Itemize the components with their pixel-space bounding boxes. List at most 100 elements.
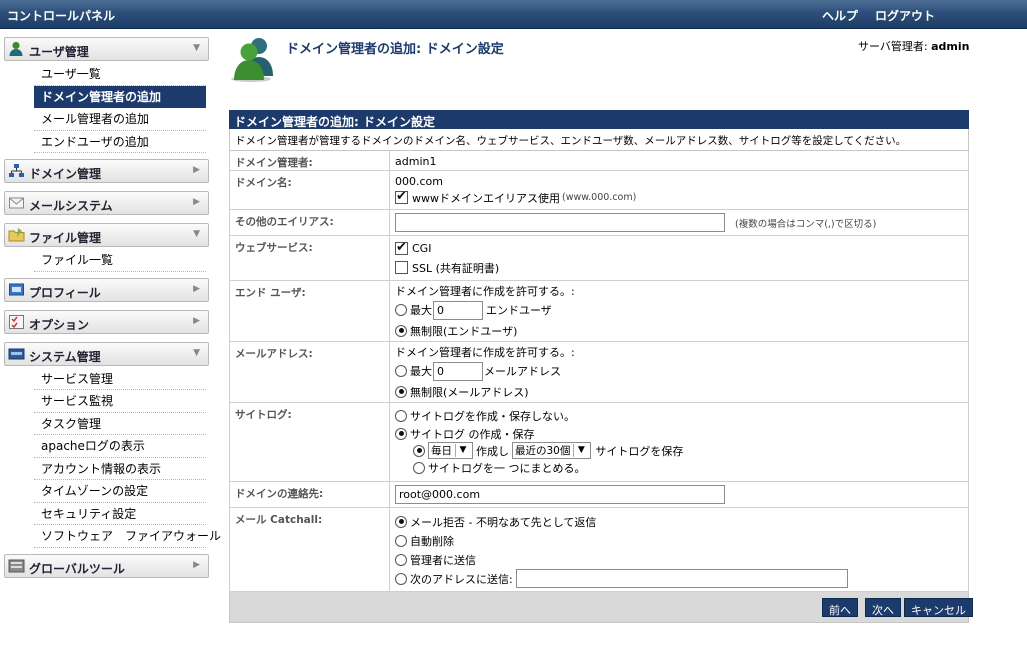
next-button[interactable]: 次へ [865,598,901,617]
mail-max-radio[interactable] [395,365,407,377]
field-label: ドメイン管理者: [230,151,390,170]
sidebar-item-file-list[interactable]: ファイル一覧 [34,249,206,272]
page-title: ドメイン管理者の追加: ドメイン設定 [286,42,504,57]
sitelog-save-radio[interactable] [395,427,407,440]
sidebar-section-label: グローバルツール [29,561,125,576]
chevron-down-icon: ▼ [455,444,470,457]
keep-value: 最近の30個 [515,445,571,457]
sidebar-section-file-management[interactable]: ファイル管理 ▼ [4,223,209,247]
row-domain-name: ドメイン名: 000.com wwwドメインエイリアス使用 (www.000.c… [229,171,969,210]
sidebar-item-service-management[interactable]: サービス管理 [34,368,206,390]
sidebar-item-add-end-user[interactable]: エンドユーザの追加 [34,131,206,153]
mail-unlimited-label: 無制限(メールアドレス) [410,385,529,399]
logout-link[interactable]: ログアウト [875,7,935,24]
mail-icon [8,195,25,211]
help-link[interactable]: ヘルプ [822,7,858,24]
folder-icon [8,227,25,243]
sitelog-merge-label: サイトログを一 つにまとめる。 [428,461,586,475]
chevron-right-icon: ▶ [193,559,200,570]
sidebar-section-label: システム管理 [29,349,101,364]
tools-icon [8,558,25,574]
field-label: ウェブサービス: [230,236,390,280]
www-alias-example: (www.000.com) [562,192,637,203]
field-label: その他のエイリアス: [230,210,390,235]
cgi-label: CGI [412,242,432,255]
row-other-aliases: その他のエイリアス: (複数の場合はコンマ(,)で区切る) [229,210,969,236]
sidebar-item-user-list[interactable]: ユーザ一覧 [34,63,206,86]
sidebar-submenu: ファイル一覧 [34,249,206,272]
catchall-admin-label: 管理者に送信 [410,553,476,567]
top-bar: コントロールパネル ヘルプ ログアウト [0,0,1027,29]
www-alias-label: wwwドメインエイリアス使用 [412,191,560,205]
mail-unlimited-radio[interactable] [395,385,407,398]
sidebar-item-add-mail-admin[interactable]: メール管理者の追加 [34,108,206,131]
cgi-checkbox[interactable] [395,240,408,255]
sidebar-section-user-management[interactable]: ユーザ管理 ▼ [4,37,209,61]
sidebar-submenu: ユーザ一覧 ドメイン管理者の追加 メール管理者の追加 エンドユーザの追加 [34,63,206,153]
sidebar-item-service-monitoring[interactable]: サービス監視 [34,390,206,413]
field-label: ドメイン名: [230,171,390,209]
catchall-admin-radio[interactable] [395,553,407,566]
sidebar-item-timezone[interactable]: タイムゾーンの設定 [34,480,206,503]
endusers-unlimited-radio[interactable] [395,324,407,337]
form-description: ドメイン管理者が管理するドメインのドメイン名、ウェブサービス、エンドユーザ数、メ… [229,129,969,151]
sidebar: ユーザ管理 ▼ ユーザ一覧 ドメイン管理者の追加 メール管理者の追加 エンドユー… [4,37,221,580]
sidebar-item-account-info[interactable]: アカウント情報の表示 [34,458,206,480]
endusers-prompt: ドメイン管理者に作成を許可する。: [395,285,575,298]
mail-max-input[interactable] [433,361,483,381]
sidebar-item-apache-log[interactable]: apacheログの表示 [34,435,206,458]
sitelog-frequency-select[interactable]: 毎日 ▼ [428,442,473,459]
admin-role-label: サーバ管理者: [858,40,928,53]
chevron-right-icon: ▶ [193,197,200,207]
cancel-button[interactable]: キャンセル [904,598,973,617]
ssl-label: SSL (共有証明書) [412,261,500,275]
row-mail-catchall: メール Catchall: メール拒否 - 不明なあて先として返信 自動削除 管… [229,508,969,592]
ssl-checkbox[interactable] [395,261,408,274]
form-title: ドメイン管理者の追加: ドメイン設定 [229,110,969,129]
sidebar-item-task-management[interactable]: タスク管理 [34,413,206,435]
sitelog-none-radio[interactable] [395,410,407,422]
endusers-max-input[interactable] [433,300,483,320]
endusers-unit: エンドユーザ [486,304,552,317]
sitelog-save-label: サイトログ の作成・保存 [410,427,535,441]
sidebar-section-mail-system[interactable]: メールシステム ▶ [4,191,209,215]
endusers-max-radio[interactable] [395,304,407,316]
sidebar-section-options[interactable]: オプション ▶ [4,309,209,334]
form-actions: 前へ 次へ キャンセル [229,592,973,623]
mail-unit: メールアドレス [484,365,561,378]
sitelog-keep-select[interactable]: 最近の30個 ▼ [512,442,592,459]
sidebar-item-security[interactable]: セキュリティ設定 [34,503,206,525]
admin-name: admin [931,40,970,53]
chevron-right-icon: ▶ [193,283,200,294]
prev-button[interactable]: 前へ [822,598,858,617]
sitelog-periodic-radio[interactable] [413,444,425,457]
row-domain-contact: ドメインの連絡先: [229,482,969,508]
sidebar-section-domain-management[interactable]: ドメイン管理 ▶ [4,159,209,183]
options-icon [8,314,25,330]
sidebar-item-firewall[interactable]: ソフトウェア ファイアウォール [34,525,221,548]
domain-contact-input[interactable] [395,485,725,504]
sidebar-section-system-management[interactable]: システム管理 ▼ [4,341,209,366]
profile-icon [8,282,25,298]
catchall-delete-label: 自動削除 [410,534,454,548]
chevron-down-icon: ▼ [193,347,200,358]
catchall-forward-radio[interactable] [395,572,407,585]
sidebar-item-add-domain-admin[interactable]: ドメイン管理者の追加 [34,85,206,108]
sitelog-none-label: サイトログを作成・保存しない。 [410,410,575,423]
field-label: ドメインの連絡先: [230,482,390,507]
sitelog-merge-radio[interactable] [413,461,425,474]
system-icon [8,346,25,362]
user-icon [8,41,25,57]
catchall-forward-input[interactable] [515,569,848,588]
catchall-reject-radio[interactable] [395,515,407,528]
row-site-log: サイトログ: サイトログを作成・保存しない。 サイトログ の作成・保存 毎日 ▼… [229,403,969,482]
field-label: サイトログ: [230,403,390,481]
other-aliases-input[interactable] [395,213,725,232]
sidebar-section-label: ドメイン管理 [29,167,102,181]
row-mail-addresses: メールアドレス: ドメイン管理者に作成を許可する。: 最大 メールアドレス 無制… [229,342,969,403]
www-alias-checkbox[interactable] [395,189,408,204]
sidebar-section-global-tools[interactable]: グローバルツール ▶ [4,553,209,578]
catchall-delete-radio[interactable] [395,534,407,547]
row-domain-admin: ドメイン管理者: admin1 [229,151,969,171]
sidebar-section-profile[interactable]: プロフィール ▶ [4,277,209,302]
